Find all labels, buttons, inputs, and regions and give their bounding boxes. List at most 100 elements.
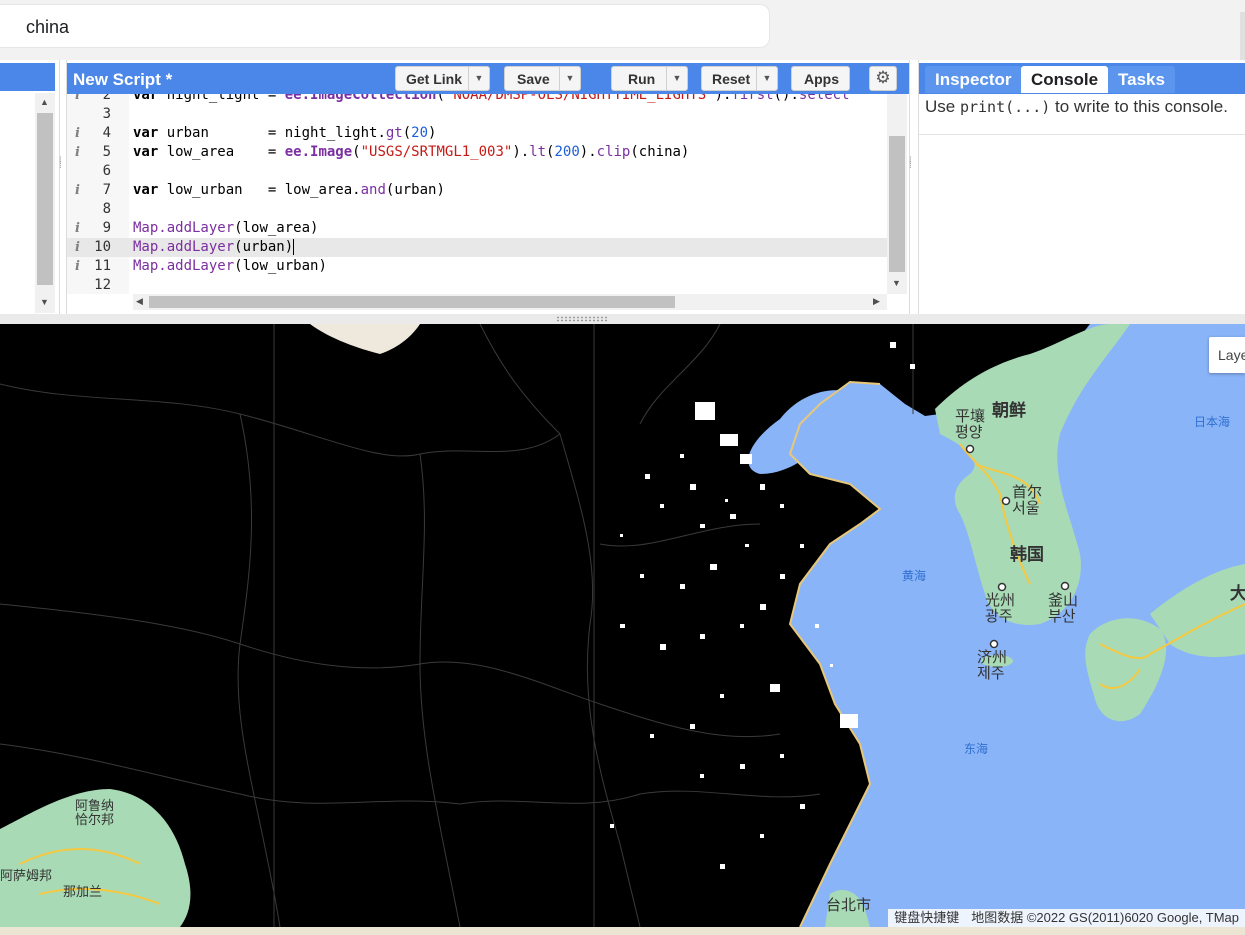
code-text[interactable]: Map.addLayer(low_area) [133, 219, 318, 238]
label-south-korea: 韩国 [1010, 545, 1044, 565]
label-assam: 阿萨姆邦 [0, 869, 53, 884]
search-input[interactable] [24, 14, 728, 40]
info-icon[interactable]: i [75, 257, 80, 276]
scripts-panel-header [0, 63, 55, 91]
map-attribution: 键盘快捷键 地图数据 ©2022 GS(2011)6020 Google, TM… [888, 909, 1245, 927]
line-number: 2 [102, 94, 111, 103]
scroll-up-icon[interactable]: ▲ [40, 97, 49, 107]
scrollbar-thumb[interactable] [37, 113, 53, 285]
console-message: Use print(...) to write to this console. [925, 97, 1228, 117]
console-text-end: to write to this console. [1050, 97, 1228, 116]
code-line[interactable]: i 10 Map.addLayer(urban) [67, 238, 887, 257]
reset-label: Reset [712, 71, 751, 87]
editor-horizontal-scrollbar[interactable]: ◀ ▶ [133, 294, 887, 310]
label-japan-fragment: 大 [1230, 584, 1245, 604]
save-button[interactable]: Save ▼ [504, 66, 581, 91]
tab-console[interactable]: Console [1021, 66, 1109, 93]
reset-button[interactable]: Reset ▼ [701, 66, 778, 91]
code-text[interactable]: var low_area = ee.Image("USGS/SRTMGL1_00… [133, 143, 689, 162]
code-line[interactable]: 6 [67, 162, 887, 181]
map-resize-bar[interactable] [0, 314, 1245, 324]
apps-label: Apps [804, 71, 839, 87]
scroll-left-icon[interactable]: ◀ [136, 296, 143, 307]
panel-resize-handle[interactable]: ⁞ ⁞ [59, 157, 62, 171]
scroll-down-icon[interactable]: ▼ [892, 278, 901, 288]
code-text[interactable]: Map.addLayer(low_urban) [133, 257, 327, 276]
label-pyongyang-ko: 평양 [955, 423, 983, 441]
console-code: print(...) [959, 98, 1051, 116]
run-button[interactable]: Run ▼ [611, 66, 688, 91]
chevron-down-icon[interactable]: ▼ [559, 67, 580, 90]
code-line[interactable]: i 11 Map.addLayer(low_urban) [67, 257, 887, 276]
map-view[interactable]: 朝鲜 平壤 평양 首尔 서울 韩国 黄海 日本海 光州 광주 釜山 부산 济州 … [0, 324, 1245, 927]
line-number: 3 [102, 106, 111, 122]
scripts-panel: ▲ ▼ [0, 60, 60, 314]
resize-grip-icon[interactable] [556, 316, 608, 322]
get-link-button[interactable]: Get Link ▼ [395, 66, 490, 91]
code-text[interactable]: var night_light = ee.ImageCollection('NO… [133, 94, 850, 105]
label-jeju-ko: 제주 [977, 664, 1005, 682]
code-line[interactable]: 3 [67, 105, 887, 124]
output-tabs: Inspector Console Tasks [919, 63, 1245, 94]
info-icon[interactable]: i [75, 181, 80, 200]
map-data-attribution[interactable]: 地图数据 ©2022 GS(2011)6020 Google, TMap [965, 909, 1245, 927]
layers-button[interactable]: Layers [1209, 337, 1245, 373]
chevron-down-icon[interactable]: ▼ [666, 67, 687, 90]
output-panel: Inspector Console Tasks Use print(...) t… [918, 60, 1245, 314]
line-number: 11 [94, 258, 111, 274]
tab-inspector[interactable]: Inspector [925, 66, 1022, 93]
get-link-label: Get Link [406, 71, 463, 87]
chevron-down-icon[interactable]: ▼ [468, 67, 489, 90]
search-box[interactable] [0, 4, 770, 48]
code-text[interactable]: Map.addLayer(urban) [133, 238, 295, 257]
line-number: 4 [102, 125, 111, 141]
label-region-2: 恰尔邦 [75, 813, 115, 828]
info-icon[interactable]: i [75, 238, 80, 257]
label-seoul-ko: 서울 [1012, 499, 1040, 517]
code-line[interactable]: i 2 var night_light = ee.ImageCollection('… [67, 94, 887, 105]
map-canvas[interactable] [0, 324, 1245, 927]
label-yellow-sea: 黄海 [902, 569, 927, 583]
info-icon[interactable]: i [75, 124, 80, 143]
editor-toolbar: New Script * Get Link ▼ Save ▼ Run ▼ Res… [67, 63, 909, 94]
info-icon[interactable]: i [75, 219, 80, 238]
code-line[interactable]: i 5 var low_area = ee.Image("USGS/SRTMGL1_… [67, 143, 887, 162]
chevron-down-icon[interactable]: ▼ [756, 67, 777, 90]
top-bar [0, 0, 1245, 60]
label-nagaland: 那加兰 [63, 885, 103, 900]
label-east-sea: 东海 [964, 742, 989, 756]
scroll-right-icon[interactable]: ▶ [873, 296, 880, 307]
code-line[interactable]: 8 [67, 200, 887, 219]
keyboard-shortcuts-link[interactable]: 键盘快捷键 [888, 909, 965, 927]
editor-vertical-scrollbar[interactable]: ▼ [887, 94, 907, 294]
scrollbar-thumb[interactable] [889, 136, 905, 272]
scroll-down-icon[interactable]: ▼ [40, 297, 49, 307]
scrollbar-thumb[interactable] [149, 296, 675, 308]
code-line[interactable]: i 4 var urban = night_light.gt(20) [67, 124, 887, 143]
bottom-strip [0, 927, 1245, 935]
window-edge [1240, 12, 1245, 60]
scripts-panel-scrollbar[interactable]: ▲ ▼ [35, 93, 55, 313]
console-text-start: Use [925, 97, 960, 116]
label-taipei: 台北市 [826, 896, 872, 914]
gear-icon[interactable]: ⚙ [869, 66, 897, 91]
code-line[interactable]: i 7 var low_urban = low_area.and(urban) [67, 181, 887, 200]
code-area[interactable]: i 2 var night_light = ee.ImageCollection('… [67, 94, 887, 294]
label-sea-of-japan: 日本海 [1194, 415, 1231, 429]
code-text[interactable]: var low_urban = low_area.and(urban) [133, 181, 445, 200]
info-icon[interactable]: i [75, 94, 80, 105]
line-number: 5 [102, 144, 111, 160]
tab-tasks[interactable]: Tasks [1108, 66, 1175, 93]
panel-resize-handle[interactable]: ⁞ ⁞ [909, 157, 912, 171]
apps-button[interactable]: Apps [791, 66, 850, 91]
script-title: New Script * [73, 70, 173, 89]
code-text[interactable]: var urban = night_light.gt(20) [133, 124, 436, 143]
top-land [310, 324, 420, 354]
code-line[interactable]: 12 [67, 276, 887, 294]
line-number: 6 [102, 163, 111, 179]
run-label: Run [628, 71, 656, 87]
code-editor: New Script * Get Link ▼ Save ▼ Run ▼ Res… [66, 60, 910, 314]
info-icon[interactable]: i [75, 143, 80, 162]
code-line[interactable]: i 9 Map.addLayer(low_area) [67, 219, 887, 238]
label-gwangju-ko: 광주 [985, 607, 1013, 625]
